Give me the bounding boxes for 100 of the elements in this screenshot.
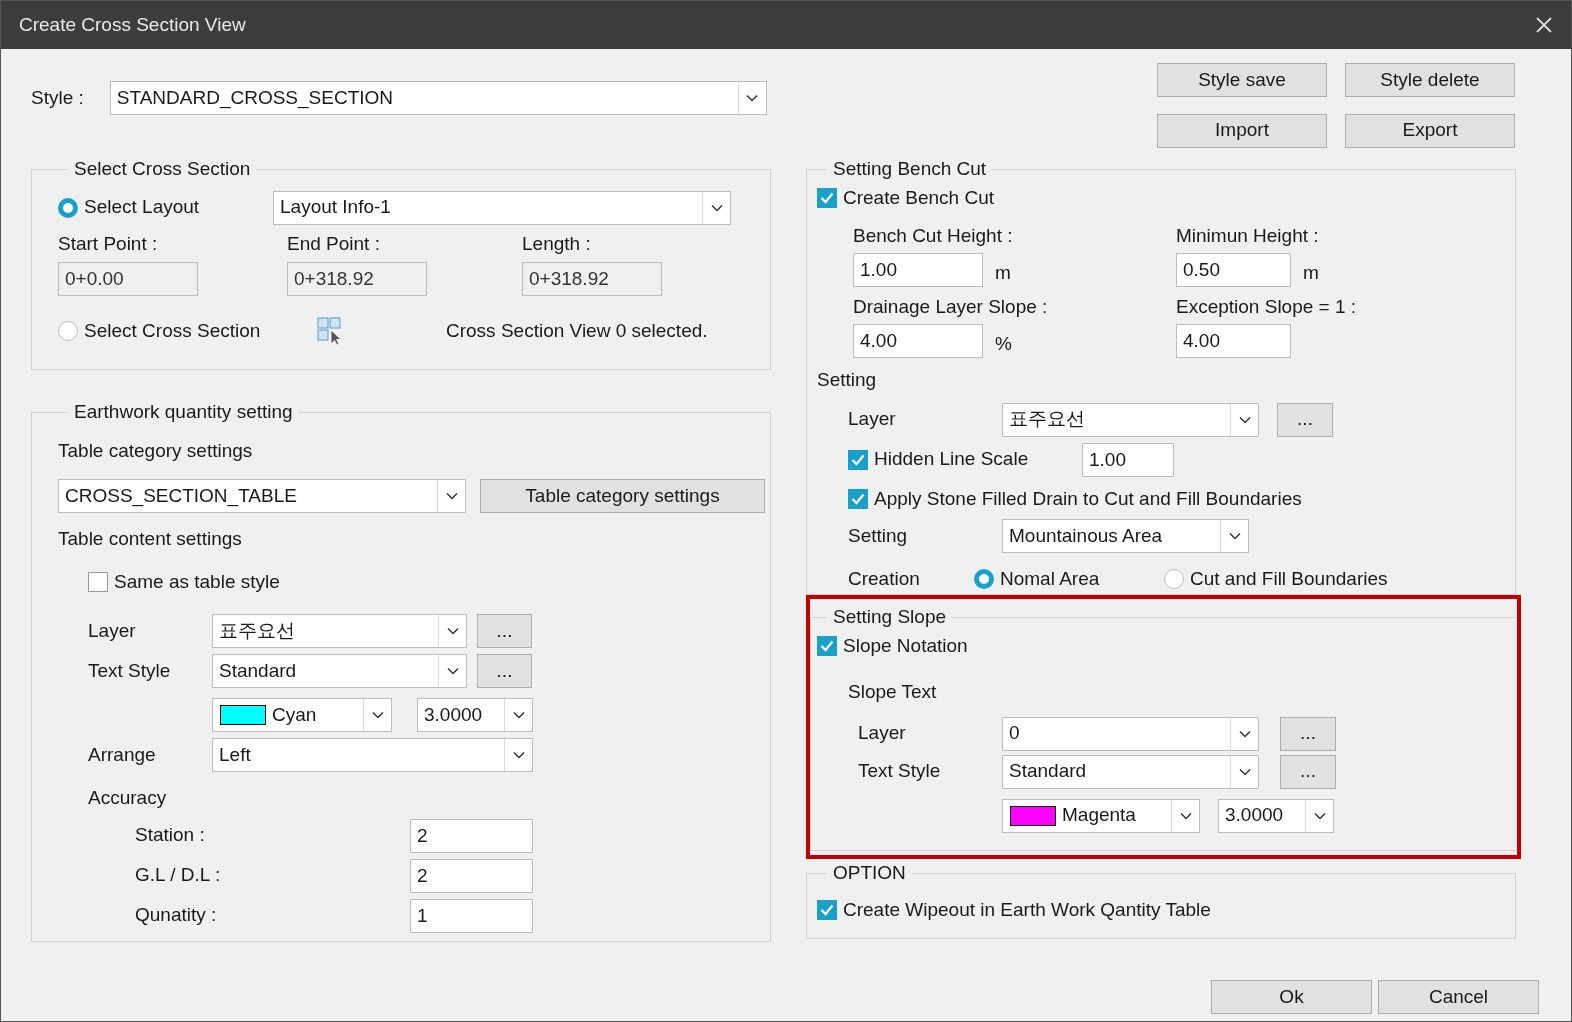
- dropdown[interactable]: Mountainous Area: [1002, 519, 1249, 553]
- button[interactable]: ...: [1277, 402, 1333, 437]
- radio-label: Select Layout: [84, 195, 200, 220]
- dropdown[interactable]: STANDARD_CROSS_SECTION: [109, 81, 767, 115]
- chevron-down-icon: [371, 711, 384, 719]
- input-field[interactable]: 4.00: [853, 323, 983, 358]
- radio-button[interactable]: [1164, 569, 1184, 590]
- dropdown[interactable]: Cyan: [212, 698, 392, 732]
- chevron-down-icon: [446, 627, 459, 635]
- label: Exception Slope = 1 :: [1176, 295, 1358, 319]
- group-title: Earthwork quantity setting: [73, 400, 294, 424]
- dropdown[interactable]: Magenta: [1002, 798, 1200, 833]
- window-title: Create Cross Section View: [19, 12, 246, 37]
- button[interactable]: Style delete: [1345, 63, 1515, 97]
- label: Cross Section View 0 selected.: [446, 318, 708, 343]
- chevron-down-icon: [710, 203, 723, 212]
- label: Style :: [31, 85, 84, 110]
- chevron-down-icon: [1313, 811, 1326, 820]
- input-field[interactable]: 2: [410, 858, 533, 893]
- checkbox[interactable]: [817, 635, 837, 656]
- input-field[interactable]: 2: [410, 818, 533, 853]
- checkmark-icon: [820, 903, 834, 916]
- label: Setting: [817, 369, 877, 390]
- radio-label: Select Cross Section: [84, 318, 261, 343]
- button[interactable]: Import: [1157, 113, 1327, 148]
- button[interactable]: Export: [1345, 113, 1515, 148]
- button[interactable]: Cancel: [1378, 980, 1539, 1014]
- label: Drainage Layer Slope :: [853, 295, 1049, 319]
- button[interactable]: Table category settings: [480, 479, 765, 513]
- label: Arrange: [88, 742, 157, 767]
- checkmark-icon: [820, 639, 834, 652]
- input-field[interactable]: 0.50: [1176, 252, 1291, 287]
- chevron-down-icon: [746, 94, 759, 102]
- checkbox-label: Create Bench Cut: [843, 185, 995, 210]
- label: Text Style: [88, 658, 172, 683]
- input-field[interactable]: 1: [410, 898, 533, 933]
- label: Bench Cut Height :: [853, 224, 1014, 248]
- dropdown[interactable]: Standard: [1002, 754, 1259, 789]
- chevron-down-icon: [1179, 811, 1192, 820]
- dropdown[interactable]: Layout Info-1: [273, 190, 731, 225]
- checkbox-label: Hidden Line Scale: [874, 447, 1029, 472]
- label: Creation: [848, 567, 921, 591]
- label: %: [995, 331, 1012, 356]
- dropdown[interactable]: 표주요선: [212, 614, 467, 648]
- label: Start Point :: [58, 231, 159, 256]
- checkmark-icon: [851, 453, 865, 466]
- group-title: Setting Slope: [832, 605, 948, 629]
- input-field[interactable]: 4.00: [1176, 323, 1291, 358]
- chevron-down-icon: [445, 492, 458, 500]
- close-icon[interactable]: [1535, 16, 1553, 34]
- label: Station :: [134, 823, 206, 848]
- input-field[interactable]: 1.00: [853, 252, 983, 287]
- button[interactable]: ...: [1280, 754, 1336, 789]
- label: Text Style: [857, 759, 942, 784]
- label: Accuracy: [88, 787, 167, 808]
- label: Qunatity :: [134, 903, 218, 928]
- checkbox[interactable]: [817, 899, 837, 920]
- checkbox[interactable]: [848, 488, 868, 509]
- button[interactable]: ...: [477, 614, 532, 648]
- label: Table content settings: [58, 528, 242, 549]
- dropdown[interactable]: Standard: [212, 654, 467, 688]
- chevron-down-icon: [512, 711, 525, 719]
- label: Layer: [848, 407, 897, 432]
- button[interactable]: ...: [1280, 716, 1336, 751]
- label: m: [1303, 260, 1319, 285]
- checkbox[interactable]: [817, 187, 837, 208]
- button[interactable]: ...: [477, 654, 532, 688]
- label: G.L / D.L :: [134, 863, 222, 888]
- chevron-down-icon: [446, 667, 459, 675]
- radio-button[interactable]: [974, 569, 994, 590]
- label: Setting: [848, 523, 909, 548]
- input-field[interactable]: 1.00: [1082, 442, 1174, 477]
- chevron-down-icon: [1238, 729, 1251, 738]
- checkbox-label: Create Wipeout in Earth Work Qantity Table: [843, 897, 1211, 922]
- checkmark-icon: [851, 492, 865, 505]
- label: Layer: [88, 618, 137, 643]
- checkbox-label: Slope Notation: [843, 633, 968, 658]
- input-field[interactable]: 0+318.92: [522, 262, 662, 296]
- checkbox-label: Apply Stone Filled Drain to Cut and Fill Boundaries: [874, 486, 1302, 511]
- dropdown[interactable]: 3.0000: [417, 698, 533, 732]
- radio-button[interactable]: [58, 197, 78, 218]
- dropdown[interactable]: Left: [212, 738, 533, 772]
- button[interactable]: Style save: [1157, 63, 1327, 97]
- checkbox-label: Same as table style: [114, 569, 280, 594]
- group-title: OPTION: [832, 861, 907, 885]
- button[interactable]: Ok: [1211, 980, 1372, 1014]
- chevron-down-icon: [1228, 532, 1241, 540]
- radio-button[interactable]: [58, 321, 78, 341]
- chevron-down-icon: [1238, 415, 1251, 424]
- dropdown[interactable]: CROSS_SECTION_TABLE: [58, 479, 466, 513]
- dropdown[interactable]: 표주요선: [1002, 402, 1259, 437]
- checkmark-icon: [820, 191, 834, 204]
- input-field[interactable]: 0+318.92: [287, 262, 427, 296]
- chevron-down-icon: [512, 751, 525, 759]
- dropdown[interactable]: 0: [1002, 716, 1259, 751]
- chevron-down-icon: [1238, 767, 1251, 776]
- dropdown[interactable]: 3.0000: [1218, 798, 1334, 833]
- input-field[interactable]: 0+0.00: [58, 262, 198, 296]
- checkbox[interactable]: [88, 571, 108, 592]
- checkbox[interactable]: [848, 449, 868, 470]
